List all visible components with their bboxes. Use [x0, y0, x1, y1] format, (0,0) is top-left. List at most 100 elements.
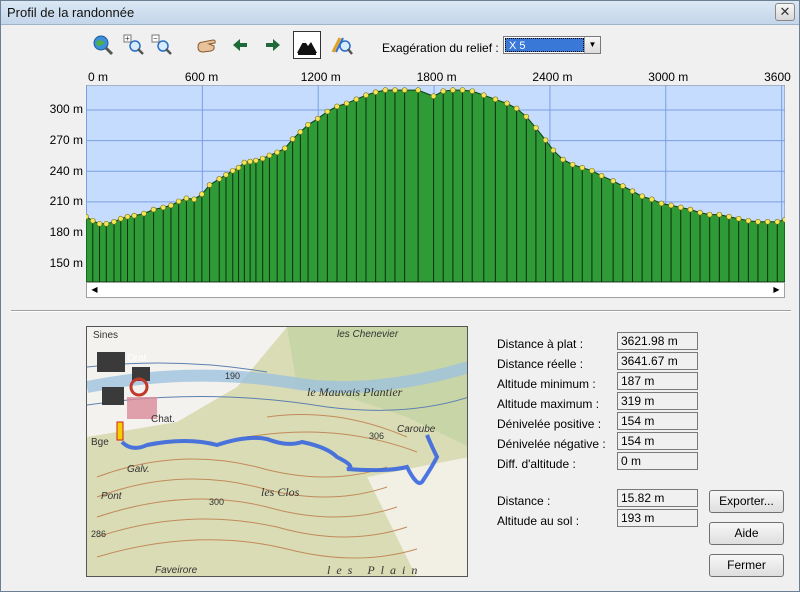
x-tick-label: 1800 m	[416, 70, 457, 84]
elevation-point	[706, 211, 713, 218]
elevation-point	[648, 196, 655, 203]
stat-label: Altitude maximum :	[497, 397, 600, 411]
elevation-point	[480, 92, 487, 99]
elevation-point	[415, 87, 421, 93]
map-label: 190	[225, 371, 241, 381]
elevation-point	[241, 159, 248, 166]
zoom-in-icon[interactable]: +	[120, 31, 148, 59]
elevation-point	[124, 213, 131, 220]
elevation-point	[334, 103, 340, 110]
elevation-point	[282, 145, 288, 152]
elevation-point	[305, 122, 311, 128]
stat-label: Dénivelée négative :	[497, 437, 606, 451]
map-label: Pont	[101, 491, 122, 502]
globe-zoom-icon[interactable]	[89, 31, 117, 59]
elevation-point	[401, 87, 408, 93]
elevation-point	[216, 176, 223, 182]
elevation-point	[382, 87, 389, 93]
elevation-point	[513, 105, 520, 112]
chevron-down-icon[interactable]: ▼	[584, 37, 600, 53]
elevation-point	[131, 212, 138, 219]
svg-text:+: +	[125, 34, 130, 43]
map-label: Chat.	[151, 414, 175, 425]
elevation-point	[175, 198, 182, 205]
elevation-point	[610, 178, 616, 184]
scroll-left-icon[interactable]: ◀	[87, 283, 102, 297]
profile-window: Profil de la randonnée ✕ + − Exagération…	[0, 0, 800, 592]
map-label: Bge	[91, 437, 109, 448]
elevation-point	[89, 217, 96, 224]
elevation-point	[620, 183, 626, 189]
map-label: les Chenevier	[337, 329, 399, 340]
profile-scrollbar[interactable]: ◀ ▶	[86, 282, 785, 298]
elevation-point	[469, 88, 475, 94]
elevation-point	[141, 210, 147, 217]
elevation-point	[629, 188, 636, 194]
elevation-point	[103, 221, 110, 227]
elevation-point	[668, 202, 674, 209]
elevation-point	[229, 167, 236, 174]
title-bar[interactable]: Profil de la randonnée ✕	[1, 1, 799, 25]
cursor-stat-label: Distance :	[497, 494, 551, 508]
stat-value: 154 m	[617, 412, 698, 430]
topo-map[interactable]: le Mauvais Plantier les Clos Caroube Gal…	[86, 326, 468, 577]
elevation-point	[726, 213, 732, 220]
arrow-right-icon[interactable]	[259, 31, 287, 59]
stat-value: 3621.98 m	[617, 332, 698, 350]
elevation-point	[191, 196, 197, 203]
elevation-point	[745, 217, 752, 224]
elevation-point	[492, 96, 499, 103]
help-button[interactable]: Aide	[709, 522, 784, 545]
x-axis-labels: 0 m600 m1200 m1800 m2400 m3000 m3600 m	[1, 70, 800, 98]
x-tick-label: 1200 m	[300, 70, 341, 84]
elevation-point	[755, 218, 761, 225]
scroll-right-icon[interactable]: ▶	[769, 283, 784, 297]
stat-value: 319 m	[617, 392, 698, 410]
elevation-point	[579, 164, 586, 171]
export-button[interactable]: Exporter...	[709, 490, 784, 513]
y-tick-label: 150 m	[49, 255, 83, 270]
y-tick-label: 270 m	[49, 133, 83, 148]
pan-hand-icon[interactable]	[193, 31, 221, 59]
map-label: les Plain	[327, 563, 424, 577]
map-label: 306	[369, 431, 385, 441]
elevation-point	[735, 215, 742, 222]
elevation-point	[687, 206, 694, 213]
elevation-point	[183, 195, 190, 202]
elevation-point	[430, 93, 437, 100]
y-tick-label: 300 m	[49, 102, 83, 117]
elevation-point	[523, 113, 530, 120]
stat-label: Altitude minimum :	[497, 377, 596, 391]
close-button[interactable]: Fermer	[709, 554, 784, 577]
window-close-button[interactable]: ✕	[775, 3, 795, 21]
elevation-point	[324, 108, 331, 115]
stat-label: Diff. d'altitude :	[497, 457, 576, 471]
elevation-point	[247, 158, 253, 165]
terrain-icon[interactable]	[293, 31, 321, 59]
elevation-profile-chart[interactable]	[86, 85, 785, 282]
elevation-point	[150, 206, 157, 213]
y-tick-label: 240 m	[49, 163, 83, 178]
map-label: Sines	[93, 330, 119, 341]
zoom-out-icon[interactable]: −	[148, 31, 176, 59]
elevation-point	[774, 218, 781, 225]
elevation-point	[117, 215, 124, 222]
elevation-point	[235, 164, 242, 171]
stat-value: 187 m	[617, 372, 698, 390]
elevation-point	[206, 182, 213, 188]
arrow-left-icon[interactable]	[226, 31, 254, 59]
elevation-point	[160, 204, 167, 211]
elevation-point	[392, 87, 398, 93]
map-label: 300	[209, 497, 225, 507]
map-label: Galv.	[127, 464, 150, 475]
relief-label: Exagération du relief :	[382, 41, 499, 55]
route-zoom-icon[interactable]	[328, 31, 356, 59]
elevation-point	[223, 172, 229, 178]
elevation-point	[504, 100, 510, 107]
elevation-point	[343, 100, 350, 107]
elevation-point	[363, 92, 369, 99]
elevation-point	[782, 216, 785, 223]
relief-select[interactable]: X 5 ▼	[503, 36, 601, 54]
elevation-point	[111, 218, 117, 225]
y-tick-label: 180 m	[49, 224, 83, 239]
